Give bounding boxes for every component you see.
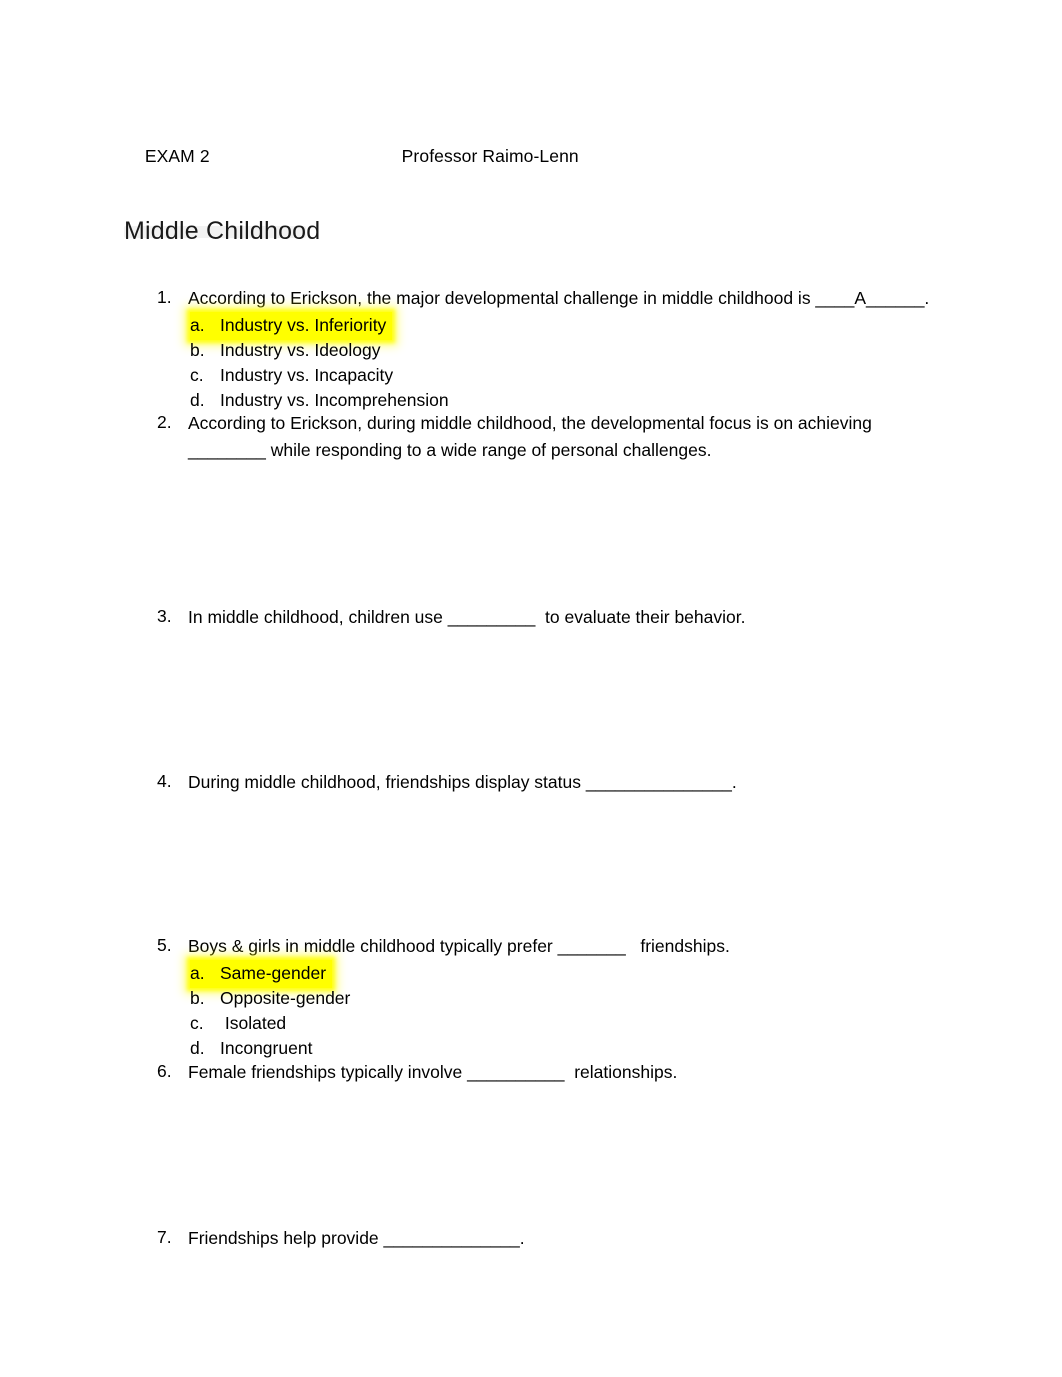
option-row[interactable]: b. Industry vs. Ideology bbox=[0, 337, 1062, 362]
option[interactable]: c. Isolated bbox=[190, 1010, 292, 1038]
option-letter: c. bbox=[190, 365, 204, 385]
question-text-line: According to Erickson, the major develop… bbox=[188, 288, 930, 308]
document-header: EXAM 2 Professor Raimo-Lenn bbox=[125, 120, 579, 192]
question-row: 6. Female friendships typically involve _… bbox=[0, 1059, 1062, 1086]
question-block: 7. Friendships help provide _____________… bbox=[0, 1225, 1062, 1252]
option-label: Industry vs. Ideology bbox=[220, 340, 381, 360]
option-letter: c. bbox=[190, 1013, 204, 1033]
option-row[interactable]: d. Incongruent bbox=[0, 1035, 1062, 1060]
option-label: Industry vs. Incomprehension bbox=[220, 390, 449, 410]
option-letter: a. bbox=[190, 315, 205, 335]
question-text-line: Friendships help provide ______________. bbox=[188, 1228, 525, 1248]
option-label: Industry vs. Inferiority bbox=[220, 315, 387, 335]
instructor-name: Professor Raimo-Lenn bbox=[401, 146, 579, 166]
exam-label: EXAM 2 bbox=[144, 146, 210, 166]
question-text: Boys & girls in middle childhood typical… bbox=[188, 933, 972, 960]
question-block: 3. In middle childhood, children use ____… bbox=[0, 604, 1062, 631]
question-block: 1. According to Erickson, the major devel… bbox=[0, 285, 1062, 412]
question-block: 6. Female friendships typically involve _… bbox=[0, 1059, 1062, 1086]
question-row: 2. According to Erickson, during middle c… bbox=[0, 410, 1062, 464]
option-row[interactable]: a. Industry vs. Inferiority bbox=[0, 312, 1062, 340]
option-label: Incongruent bbox=[220, 1038, 313, 1058]
option[interactable]: c. Industry vs. Incapacity bbox=[190, 362, 399, 390]
option-letter: b. bbox=[190, 340, 205, 360]
question-block: 4. During middle childhood, friendships d… bbox=[0, 769, 1062, 796]
question-row: 5. Boys & girls in middle childhood typic… bbox=[0, 933, 1062, 960]
option-row[interactable]: a. Same-gender bbox=[0, 960, 1062, 988]
question-number: 2. bbox=[157, 412, 172, 432]
option-letter: a. bbox=[190, 963, 205, 983]
option-row[interactable]: c. Industry vs. Incapacity bbox=[0, 362, 1062, 387]
question-text-line: Boys & girls in middle childhood typical… bbox=[188, 936, 730, 956]
question-text: During middle childhood, friendships dis… bbox=[188, 769, 972, 796]
option-list: a. Industry vs. Inferiority b. Industry vs.… bbox=[0, 312, 1062, 412]
question-text: Friendships help provide ______________. bbox=[188, 1225, 972, 1252]
question-row: 1. According to Erickson, the major devel… bbox=[0, 285, 1062, 312]
question-text-line: According to Erickson, during middle chi… bbox=[188, 413, 872, 433]
question-text: According to Erickson, during middle chi… bbox=[188, 410, 972, 464]
option-highlighted[interactable]: a. Industry vs. Inferiority bbox=[190, 312, 393, 340]
question-number: 1. bbox=[157, 287, 172, 307]
option-row[interactable]: c. Isolated bbox=[0, 1010, 1062, 1035]
question-number: 5. bbox=[157, 935, 172, 955]
question-number: 7. bbox=[157, 1227, 172, 1247]
question-number: 3. bbox=[157, 606, 172, 626]
question-number: 6. bbox=[157, 1061, 172, 1081]
option-list: a. Same-gender b. Opposite-gender c. Isolate… bbox=[0, 960, 1062, 1060]
option-label: Opposite-gender bbox=[220, 988, 351, 1008]
question-block: 5. Boys & girls in middle childhood typic… bbox=[0, 933, 1062, 1060]
question-row: 4. During middle childhood, friendships d… bbox=[0, 769, 1062, 796]
question-text: According to Erickson, the major develop… bbox=[188, 285, 972, 312]
option-letter: b. bbox=[190, 988, 205, 1008]
page-title: Middle Childhood bbox=[124, 216, 321, 245]
question-row: 7. Friendships help provide _____________… bbox=[0, 1225, 1062, 1252]
option[interactable]: b. Opposite-gender bbox=[190, 985, 356, 1013]
question-text: In middle childhood, children use ______… bbox=[188, 604, 972, 631]
option-row[interactable]: d. Industry vs. Incomprehension bbox=[0, 387, 1062, 412]
option-label: Industry vs. Incapacity bbox=[220, 365, 394, 385]
question-row: 3. In middle childhood, children use ____… bbox=[0, 604, 1062, 631]
question-text-line: During middle childhood, friendships dis… bbox=[188, 772, 737, 792]
question-text-line: In middle childhood, children use ______… bbox=[188, 607, 746, 627]
option-highlighted[interactable]: a. Same-gender bbox=[190, 960, 333, 988]
option-row[interactable]: b. Opposite-gender bbox=[0, 985, 1062, 1010]
question-text: Female friendships typically involve ___… bbox=[188, 1059, 972, 1086]
question-text-line: Female friendships typically involve ___… bbox=[188, 1062, 678, 1082]
option-label: Isolated bbox=[220, 1013, 287, 1033]
option-label: Same-gender bbox=[220, 963, 327, 983]
option[interactable]: b. Industry vs. Ideology bbox=[190, 337, 387, 365]
question-number: 4. bbox=[157, 771, 172, 791]
question-block: 2. According to Erickson, during middle c… bbox=[0, 410, 1062, 464]
question-text-continuation: ________ while responding to a wide rang… bbox=[188, 440, 712, 460]
option-letter: d. bbox=[190, 1038, 205, 1058]
document-page: EXAM 2 Professor Raimo-Lenn Middle Childh… bbox=[0, 0, 1062, 1377]
